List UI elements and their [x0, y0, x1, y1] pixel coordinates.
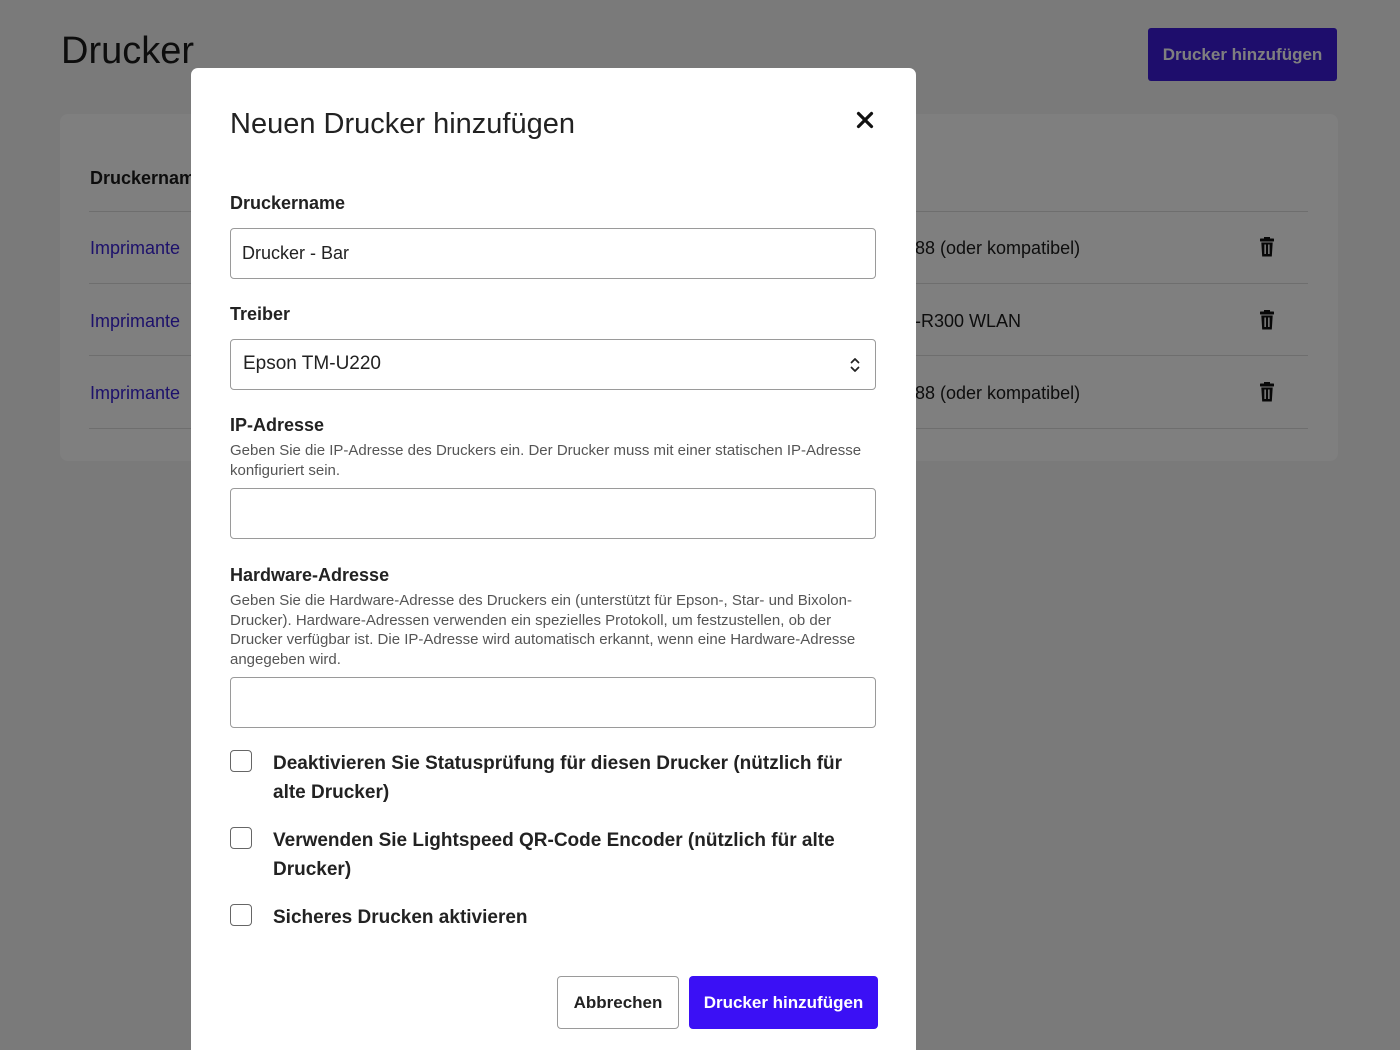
cancel-button[interactable]: Abbrechen	[557, 976, 679, 1029]
close-icon[interactable]	[851, 106, 879, 134]
driver-selected-value: Epson TM-U220	[243, 353, 381, 374]
dialog-title: Neuen Drucker hinzufügen	[230, 108, 575, 140]
lightspeed-qr-encoder-label[interactable]: Verwenden Sie Lightspeed QR-Code Encoder…	[273, 826, 873, 884]
chevron-up-down-icon	[849, 355, 861, 375]
disable-status-check-checkbox[interactable]	[230, 750, 252, 772]
hardware-address-input[interactable]	[230, 677, 876, 728]
ip-address-label: IP-Adresse	[230, 415, 325, 435]
secure-printing-label[interactable]: Sicheres Drucken aktivieren	[273, 903, 873, 932]
ip-address-help: Geben Sie die IP-Adresse des Druckers ei…	[230, 442, 862, 479]
printer-name-label: Druckername	[230, 193, 346, 213]
hardware-address-label: Hardware-Adresse	[230, 565, 390, 585]
disable-status-check-label[interactable]: Deaktivieren Sie Statusprüfung für diese…	[273, 749, 873, 807]
add-printer-dialog: Neuen Drucker hinzufügen Druckername Tre…	[191, 68, 916, 1050]
lightspeed-qr-encoder-checkbox[interactable]	[230, 827, 252, 849]
secure-printing-checkbox[interactable]	[230, 904, 252, 926]
printer-name-input[interactable]	[230, 228, 876, 279]
submit-add-printer-button[interactable]: Drucker hinzufügen	[689, 976, 878, 1029]
ip-address-input[interactable]	[230, 488, 876, 539]
hardware-address-help: Geben Sie die Hardware-Adresse des Druck…	[230, 592, 856, 668]
driver-select[interactable]: Epson TM-U220	[230, 339, 876, 390]
driver-label: Treiber	[230, 304, 291, 324]
